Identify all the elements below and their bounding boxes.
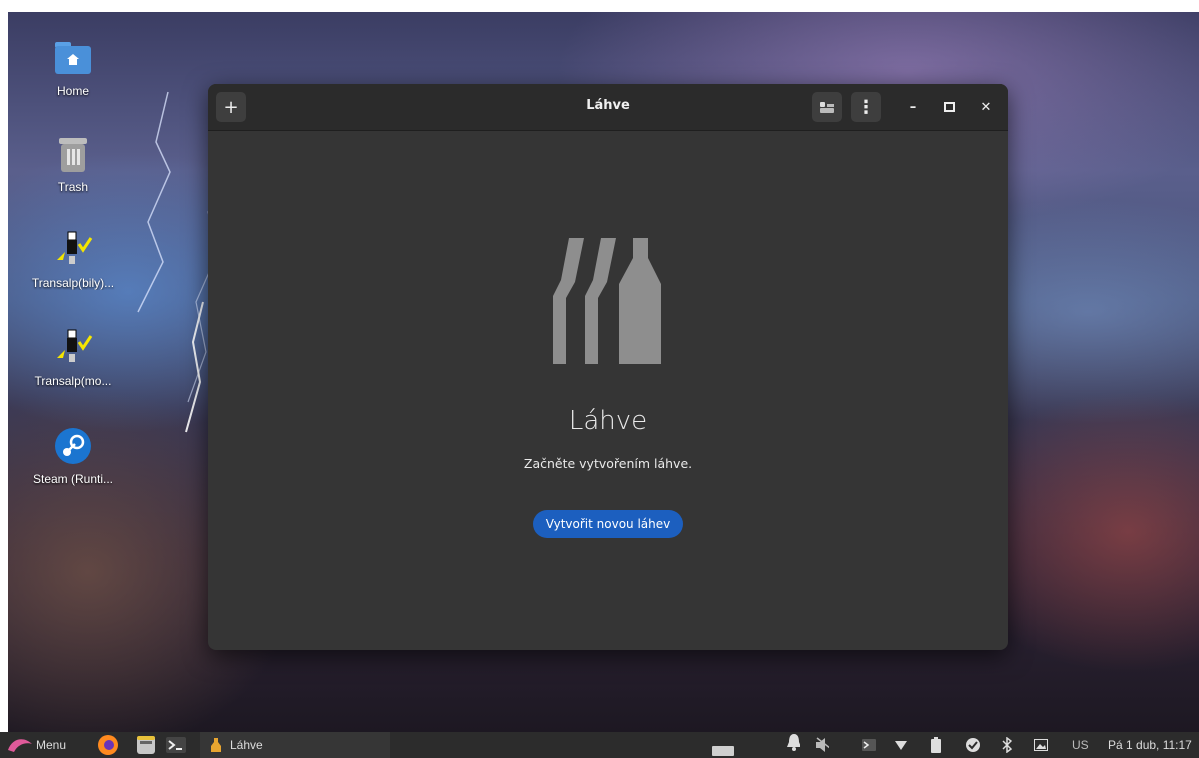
create-new-bottle-button[interactable]: Vytvořit novou láhev (533, 510, 683, 538)
desktop-icon-label: Home (56, 84, 89, 98)
bottles-logo-icon (553, 238, 661, 364)
desktop-icon-label: Trash (57, 180, 89, 194)
home-folder-icon (53, 38, 93, 78)
minimize-icon: – (909, 99, 917, 115)
desktop-icon-trash[interactable]: Trash (23, 134, 123, 194)
firefox-icon (98, 735, 118, 755)
file-manager-icon (137, 736, 155, 754)
image-viewer-tray-icon[interactable] (1034, 738, 1048, 752)
menu-label: Menu (36, 738, 67, 752)
clock[interactable]: Pá 1 dub, 11:17 (1108, 732, 1192, 758)
desktop-icon-label: Steam (Runti... (32, 472, 114, 486)
bottles-window: + Láhve ⋮ – ✕ Láhve Začněte vytvořením l… (208, 84, 1008, 650)
close-button[interactable]: ✕ (975, 96, 997, 118)
taskbar-window-label: Láhve (230, 738, 263, 752)
desktop-icon-label: Transalp(bily)... (31, 276, 115, 290)
start-menu-button[interactable]: Menu (6, 732, 66, 758)
terminal-tray-icon[interactable] (862, 738, 876, 752)
files-launcher[interactable] (136, 732, 156, 758)
terminal-launcher[interactable] (166, 732, 186, 758)
keyboard-layout-indicator[interactable]: US (1072, 732, 1089, 758)
maximize-icon (943, 102, 955, 112)
window-titlebar[interactable]: + Láhve ⋮ – ✕ (208, 84, 1008, 131)
bottles-app-icon (211, 738, 221, 752)
empty-state-title: Láhve (568, 406, 648, 436)
empty-state-description: Začněte vytvořením láhve. (523, 456, 693, 471)
kebab-menu-icon: ⋮ (857, 96, 875, 118)
transalp-app-icon (53, 230, 93, 270)
maximize-button[interactable] (938, 96, 960, 118)
trash-icon (53, 134, 93, 174)
empty-state: Láhve Začněte vytvořením láhve. Vytvořit… (208, 130, 1008, 650)
close-icon: ✕ (980, 99, 992, 115)
transalp-app-icon (53, 328, 93, 368)
workspace-switcher[interactable] (712, 746, 734, 756)
notifications-icon[interactable] (786, 734, 800, 751)
taskbar: Menu Láhve US Pá 1 dub, 11:17 (0, 732, 1199, 758)
desktop-icon-home[interactable]: Home (23, 38, 123, 98)
battery-icon[interactable] (929, 737, 943, 753)
firefox-launcher[interactable] (97, 732, 119, 758)
volume-muted-icon[interactable] (815, 737, 829, 752)
desktop-icon-steam[interactable]: Steam (Runti... (23, 426, 123, 486)
updates-check-icon[interactable] (966, 738, 980, 752)
desktop-icon-transalp-mo[interactable]: Transalp(mo... (23, 328, 123, 388)
steam-icon (53, 426, 93, 466)
library-button[interactable] (812, 92, 842, 122)
desktop-icon-transalp-bily[interactable]: Transalp(bily)... (23, 230, 123, 290)
desktop-icon-label: Transalp(mo... (34, 374, 112, 388)
main-menu-button[interactable]: ⋮ (851, 92, 881, 122)
network-icon[interactable] (894, 738, 908, 752)
window-title: Láhve (586, 98, 630, 113)
library-icon (820, 102, 834, 113)
minimize-button[interactable]: – (902, 96, 924, 118)
bluetooth-icon[interactable] (1000, 737, 1014, 753)
taskbar-window-bottles[interactable]: Láhve (200, 732, 390, 758)
menu-logo-icon (8, 739, 32, 752)
terminal-icon (166, 737, 186, 753)
